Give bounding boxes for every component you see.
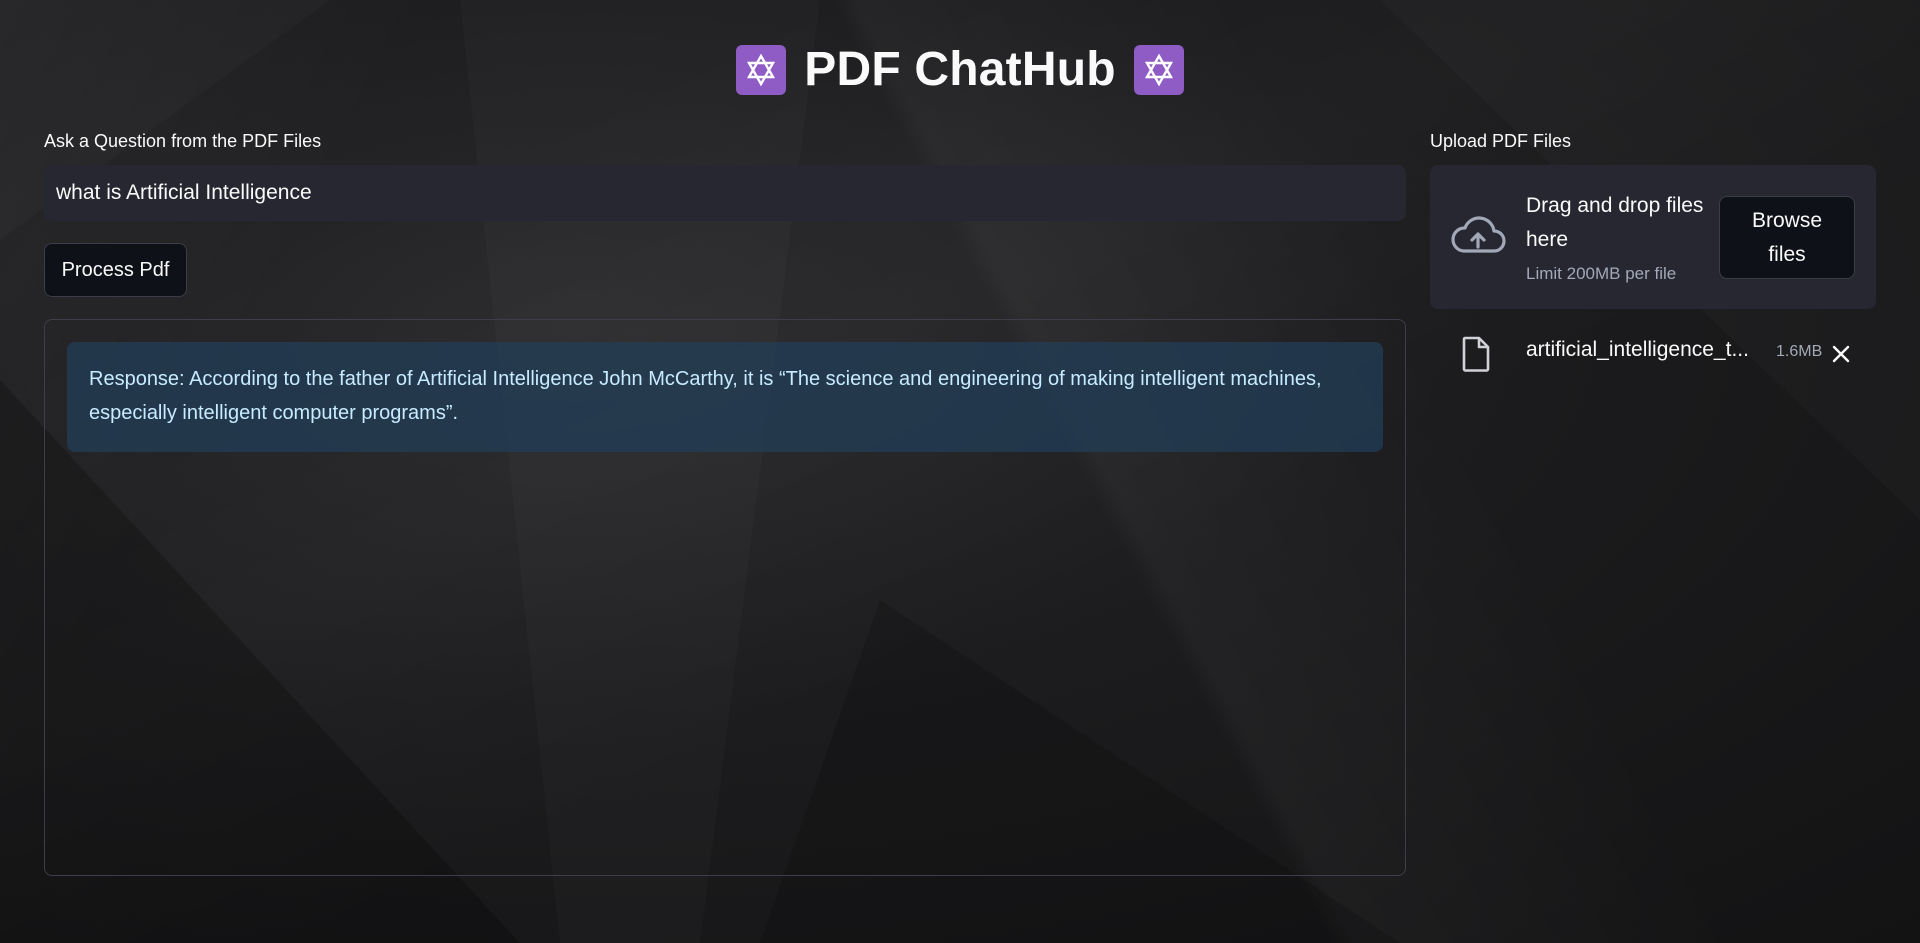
browse-label-line1: Browse bbox=[1751, 208, 1823, 232]
response-message: Response: According to the father of Art… bbox=[67, 342, 1383, 452]
file-name: artificial_intelligence_t... bbox=[1526, 338, 1749, 361]
browse-files-button[interactable]: Browse files bbox=[1719, 196, 1855, 279]
question-label: Ask a Question from the PDF Files bbox=[44, 131, 322, 151]
dropzone-instructions: Drag and drop files here bbox=[1526, 189, 1703, 257]
dropzone-text-line1: Drag and drop files bbox=[1526, 194, 1704, 217]
page-header: PDF ChatHub bbox=[0, 42, 1920, 97]
close-icon[interactable] bbox=[1829, 342, 1853, 366]
browse-label-line2: files bbox=[1768, 242, 1806, 266]
upload-label: Upload PDF Files bbox=[1430, 131, 1572, 151]
star-of-david-icon bbox=[736, 44, 787, 95]
response-container: Response: According to the father of Art… bbox=[44, 319, 1406, 876]
cloud-upload-icon bbox=[1450, 215, 1506, 262]
process-pdf-button[interactable]: Process Pdf bbox=[44, 243, 187, 297]
question-input[interactable] bbox=[44, 165, 1406, 221]
dropzone-text-line2: here bbox=[1526, 228, 1569, 251]
file-dropzone[interactable]: Drag and drop files here Limit 200MB per… bbox=[1430, 165, 1876, 309]
upload-limit-text: Limit 200MB per file bbox=[1526, 264, 1677, 283]
star-of-david-icon bbox=[1133, 44, 1184, 95]
file-icon bbox=[1461, 336, 1491, 377]
file-size: 1.6MB bbox=[1776, 343, 1823, 360]
page-title: PDF ChatHub bbox=[804, 43, 1116, 96]
uploaded-file-item: artificial_intelligence_t... 1.6MB bbox=[1430, 330, 1876, 376]
